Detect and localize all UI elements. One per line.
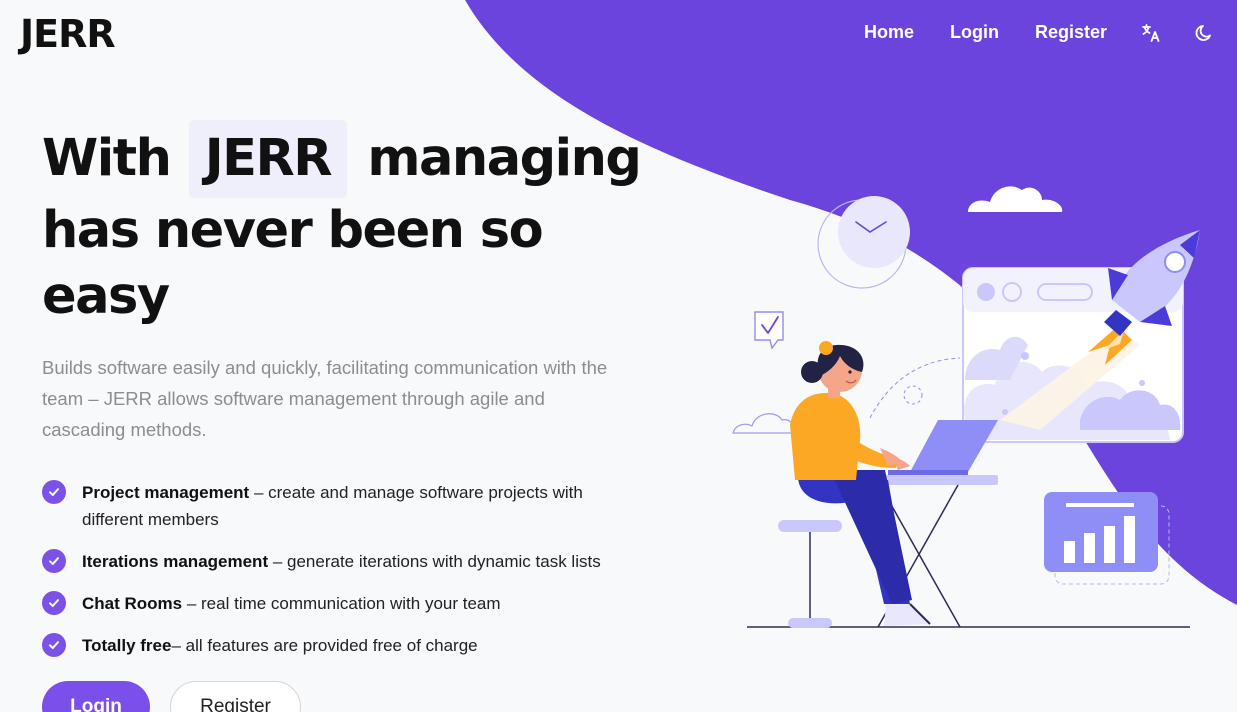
register-button[interactable]: Register xyxy=(170,681,301,712)
check-icon xyxy=(42,633,66,657)
cloud-icon xyxy=(968,186,1063,212)
check-icon xyxy=(42,591,66,615)
check-icon xyxy=(42,549,66,573)
headline-prefix: With xyxy=(42,129,172,188)
feature-detail: – all features are provided free of char… xyxy=(171,636,478,655)
hero-illustration xyxy=(732,186,1200,628)
feature-detail: – real time communication with your team xyxy=(182,594,501,613)
top-navbar: JERR Home Login Register xyxy=(0,0,1237,72)
nav-register-link[interactable]: Register xyxy=(1035,22,1107,43)
feature-title: Iterations management xyxy=(82,552,269,571)
feature-description: Iterations management – generate iterati… xyxy=(82,548,622,575)
nav-home-link[interactable]: Home xyxy=(864,22,914,43)
main-nav: Home Login Register xyxy=(828,22,1215,43)
hero-subtitle: Builds software easily and quickly, faci… xyxy=(42,357,608,440)
hero-headline: With JERR managing has never been so eas… xyxy=(42,120,662,330)
feature-list: Project management – create and manage s… xyxy=(42,479,662,659)
feature-item: Project management – create and manage s… xyxy=(42,479,662,533)
hero-section: With JERR managing has never been so eas… xyxy=(42,120,662,712)
jerr-logo[interactable]: JERR xyxy=(20,12,116,56)
headline-line2: has never been so easy xyxy=(42,201,544,326)
feature-description: Totally free– all features are provided … xyxy=(82,632,622,659)
nav-login-link[interactable]: Login xyxy=(950,22,999,43)
moon-icon[interactable] xyxy=(1195,23,1215,43)
feature-title: Project management xyxy=(82,483,250,502)
feature-description: Chat Rooms – real time communication wit… xyxy=(82,590,622,617)
laptop-icon xyxy=(910,420,998,472)
login-button[interactable]: Login xyxy=(42,681,150,712)
hero-actions: Login Register xyxy=(42,681,662,712)
feature-item: Totally free– all features are provided … xyxy=(42,632,662,659)
headline-suffix: managing xyxy=(367,129,642,188)
feature-description: Project management – create and manage s… xyxy=(82,479,622,533)
check-icon xyxy=(42,480,66,504)
feature-title: Totally free xyxy=(82,636,172,655)
cloud-icon xyxy=(732,413,795,434)
feature-detail: – generate iterations with dynamic task … xyxy=(268,552,601,571)
translate-icon[interactable] xyxy=(1141,23,1161,43)
feature-item: Iterations management – generate iterati… xyxy=(42,548,662,575)
headline-highlight: JERR xyxy=(188,120,348,198)
feature-item: Chat Rooms – real time communication wit… xyxy=(42,590,662,617)
feature-title: Chat Rooms xyxy=(82,594,183,613)
